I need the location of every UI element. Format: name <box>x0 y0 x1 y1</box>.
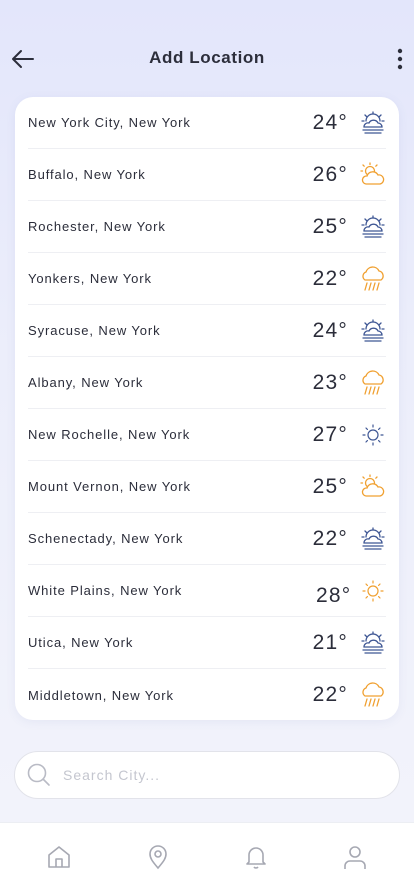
location-temp: 24° <box>312 110 348 134</box>
location-temp: 23° <box>312 370 348 394</box>
location-row[interactable]: New York City, New York 24° <box>28 97 386 149</box>
location-row[interactable]: Rochester, New York 25° <box>28 201 386 253</box>
location-city: Mount Vernon, New York <box>28 479 191 494</box>
location-pin-icon <box>145 844 171 875</box>
cloudy-sun-icon <box>360 630 386 656</box>
location-temp: 22° <box>312 526 348 550</box>
location-row[interactable]: Buffalo, New York 26° <box>28 149 386 201</box>
location-city: Yonkers, New York <box>28 271 152 286</box>
search-bar <box>14 751 400 799</box>
bottom-tab-bar <box>0 822 414 896</box>
cloudy-sun-icon <box>360 526 386 552</box>
location-temp: 22° <box>312 266 348 290</box>
location-city: Albany, New York <box>28 375 144 390</box>
location-temp: 24° <box>312 318 348 342</box>
rain-icon <box>360 682 386 708</box>
more-vertical-icon <box>397 48 403 70</box>
location-row[interactable]: Albany, New York 23° <box>28 357 386 409</box>
location-row[interactable]: Schenectady, New York 22° <box>28 513 386 565</box>
location-city: Utica, New York <box>28 635 134 650</box>
location-row[interactable]: White Plains, New York 28° <box>28 565 386 617</box>
cloudy-sun-icon <box>360 214 386 240</box>
location-row[interactable]: Utica, New York 21° <box>28 617 386 669</box>
more-menu-button[interactable] <box>392 46 408 72</box>
notifications-tab[interactable] <box>234 838 278 882</box>
location-temp: 28° <box>316 583 352 607</box>
search-icon <box>27 763 50 786</box>
rain-icon <box>360 369 386 396</box>
page-title: Add Location <box>149 48 265 67</box>
location-tab[interactable] <box>136 838 180 882</box>
location-city: New Rochelle, New York <box>28 427 191 442</box>
location-temp: 22° <box>312 683 348 706</box>
location-temp: 27° <box>312 422 348 446</box>
partly-sunny-icon <box>360 161 386 188</box>
location-row[interactable]: Syracuse, New York 24° <box>28 305 386 357</box>
location-city: Schenectady, New York <box>28 531 184 546</box>
location-city: Buffalo, New York <box>28 167 146 182</box>
sun-icon <box>360 578 386 604</box>
location-row[interactable]: Mount Vernon, New York 25° <box>28 461 386 513</box>
location-temp: 25° <box>312 214 348 238</box>
header: Add Location <box>0 38 414 78</box>
location-temp: 25° <box>312 474 348 498</box>
location-row[interactable]: Middletown, New York 22° <box>28 669 386 721</box>
profile-tab[interactable] <box>333 838 377 882</box>
location-row[interactable]: Yonkers, New York 22° <box>28 253 386 305</box>
bell-icon <box>243 844 269 875</box>
locations-list: New York City, New York 24° Buffalo, New… <box>15 97 399 720</box>
partly-sunny-icon <box>360 473 386 500</box>
location-city: White Plains, New York <box>28 583 183 598</box>
cloudy-sun-icon <box>360 110 386 136</box>
sun-icon <box>360 422 386 448</box>
user-icon <box>342 844 368 875</box>
location-city: New York City, New York <box>28 115 191 130</box>
location-city: Middletown, New York <box>28 687 174 703</box>
search-input[interactable] <box>63 767 363 783</box>
location-temp: 26° <box>312 162 348 186</box>
location-row[interactable]: New Rochelle, New York 27° <box>28 409 386 461</box>
location-city: Rochester, New York <box>28 219 166 234</box>
home-icon <box>46 844 72 875</box>
rain-icon <box>360 265 386 292</box>
home-tab[interactable] <box>37 838 81 882</box>
location-temp: 21° <box>312 630 348 654</box>
location-city: Syracuse, New York <box>28 323 161 338</box>
cloudy-sun-icon <box>360 318 386 344</box>
